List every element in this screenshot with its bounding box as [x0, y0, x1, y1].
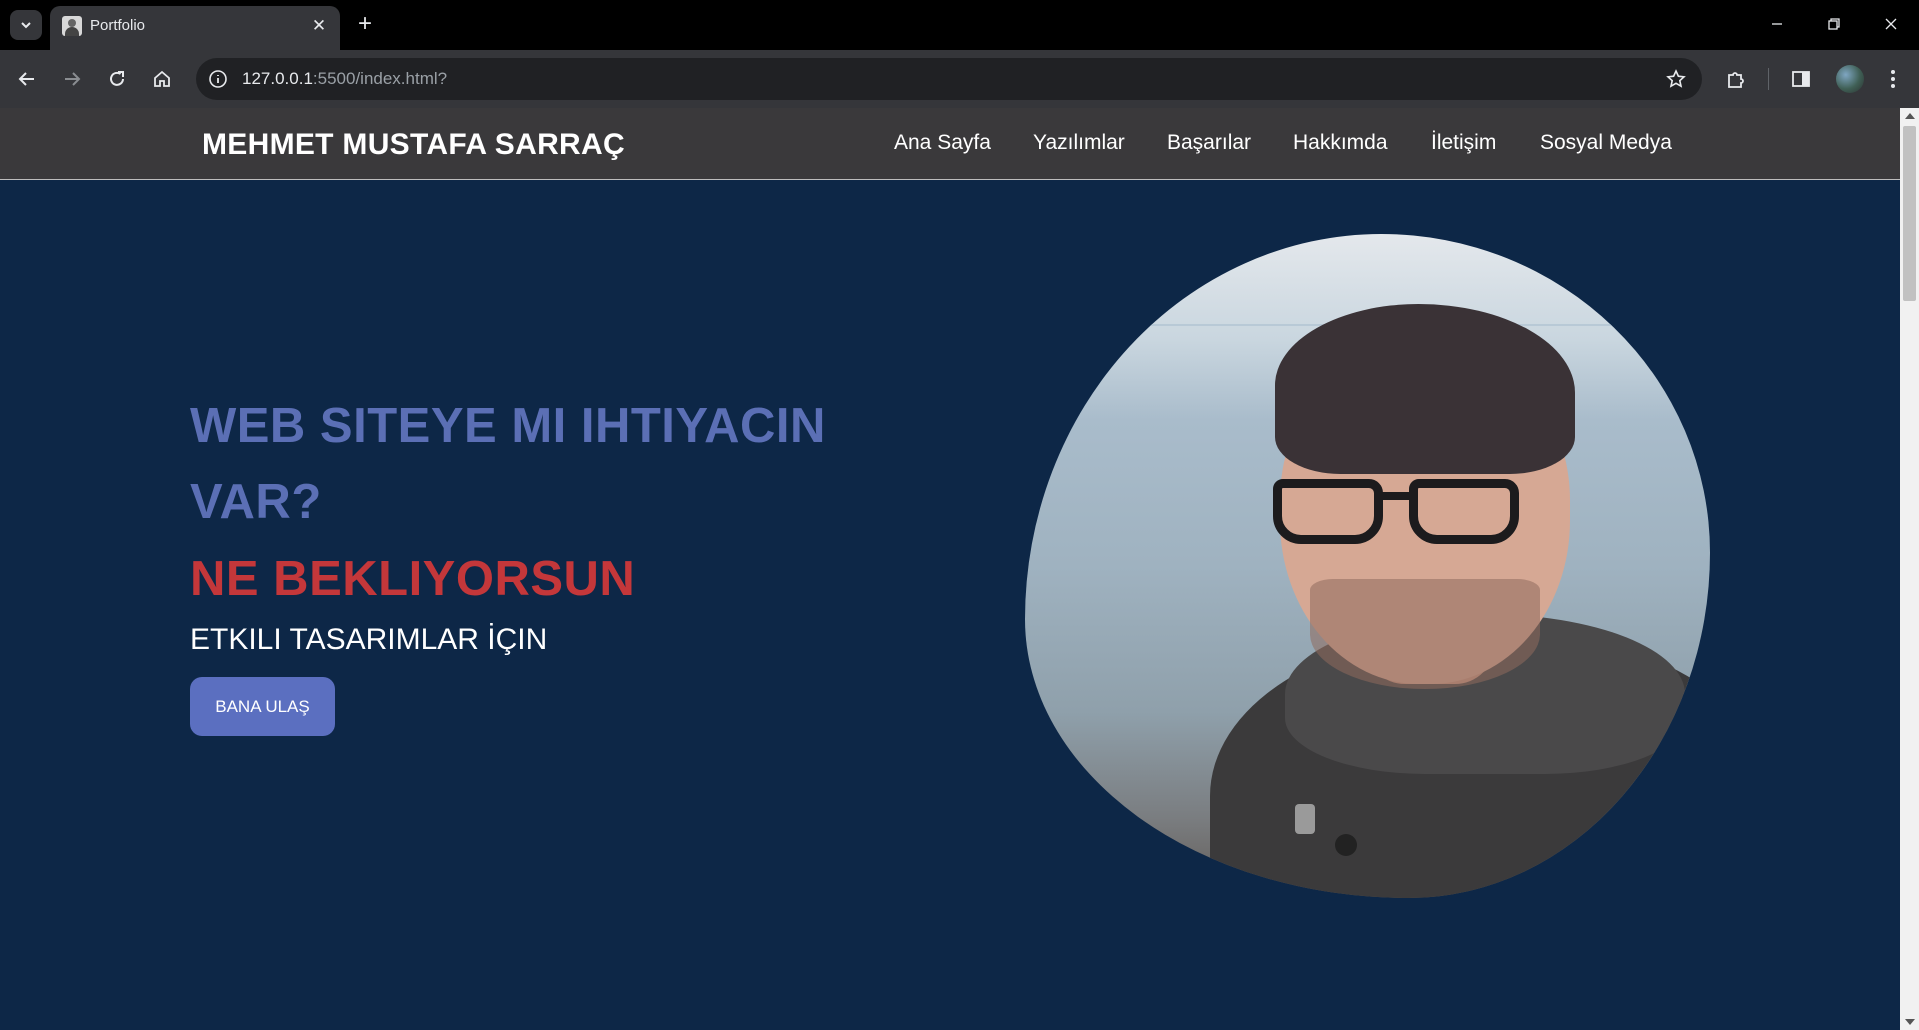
hero-title-line2: VAR? — [190, 475, 322, 529]
nav-basarilar[interactable]: Başarılar — [1167, 131, 1251, 155]
nav-sosyal-medya[interactable]: Sosyal Medya — [1540, 131, 1672, 155]
extensions-button[interactable] — [1723, 66, 1749, 92]
reload-icon — [110, 71, 124, 86]
home-button[interactable] — [149, 66, 175, 92]
side-panel-button[interactable] — [1788, 66, 1814, 92]
browser-menu-button[interactable] — [1880, 66, 1906, 92]
scroll-down-icon[interactable] — [1905, 1019, 1915, 1025]
tab-search-button[interactable] — [10, 10, 42, 40]
page-viewport: MEHMET MUSTAFA SARRAÇ Ana Sayfa Yazılıml… — [0, 108, 1900, 1030]
site-info-icon[interactable] — [206, 67, 230, 91]
nav-hakkimda[interactable]: Hakkımda — [1293, 131, 1388, 155]
toolbar-divider — [1768, 68, 1769, 90]
nav-ana-sayfa[interactable]: Ana Sayfa — [894, 131, 991, 155]
nav-yazilimlar[interactable]: Yazılımlar — [1033, 131, 1125, 155]
side-panel-icon — [1792, 71, 1810, 87]
kebab-menu-icon — [1891, 70, 1895, 88]
scroll-thumb[interactable] — [1903, 126, 1916, 301]
scroll-up-icon[interactable] — [1905, 113, 1915, 119]
url-text: 127.0.0.1:5500/index.html? — [242, 69, 447, 89]
close-window-button[interactable] — [1868, 8, 1914, 40]
forward-button[interactable] — [59, 66, 85, 92]
browser-tab[interactable]: Portfolio ✕ — [50, 6, 340, 50]
hero-highlight: NE BEKLIYORSUN — [190, 552, 636, 606]
home-icon — [154, 70, 170, 87]
bookmark-star-icon[interactable] — [1664, 67, 1688, 91]
minimize-button[interactable] — [1754, 8, 1800, 40]
hero-subtitle: ETKILI TASARIMLAR İÇIN — [190, 623, 548, 656]
nav-iletisim[interactable]: İletişim — [1431, 131, 1496, 155]
site-brand[interactable]: MEHMET MUSTAFA SARRAÇ — [202, 128, 625, 162]
url-host: 127.0.0.1 — [242, 69, 313, 88]
chevron-down-icon — [21, 22, 31, 29]
restore-button[interactable] — [1811, 8, 1857, 40]
hero-title-line1: WEB SITEYE MI IHTIYACIN — [190, 399, 826, 453]
favicon-icon — [62, 16, 82, 36]
close-icon — [1885, 18, 1897, 30]
new-tab-button[interactable]: + — [352, 10, 378, 37]
browser-tab-strip: Portfolio ✕ + — [0, 0, 1919, 50]
back-button[interactable] — [14, 66, 40, 92]
arrow-left-icon — [18, 72, 34, 86]
site-header: MEHMET MUSTAFA SARRAÇ Ana Sayfa Yazılıml… — [0, 108, 1900, 180]
address-bar[interactable]: 127.0.0.1:5500/index.html? — [196, 58, 1702, 100]
puzzle-icon — [1728, 72, 1744, 88]
tab-title: Portfolio — [90, 17, 146, 34]
url-path: :5500/index.html? — [312, 69, 448, 88]
profile-avatar[interactable] — [1836, 65, 1864, 93]
minimize-icon — [1772, 23, 1782, 25]
contact-button[interactable]: BANA ULAŞ — [190, 677, 335, 736]
reload-button[interactable] — [104, 66, 130, 92]
restore-icon — [1828, 18, 1840, 30]
page-scrollbar[interactable] — [1900, 108, 1919, 1030]
arrow-right-icon — [65, 72, 81, 86]
browser-toolbar: 127.0.0.1:5500/index.html? — [0, 50, 1919, 108]
profile-photo — [1025, 234, 1710, 898]
close-tab-icon[interactable]: ✕ — [308, 15, 330, 37]
